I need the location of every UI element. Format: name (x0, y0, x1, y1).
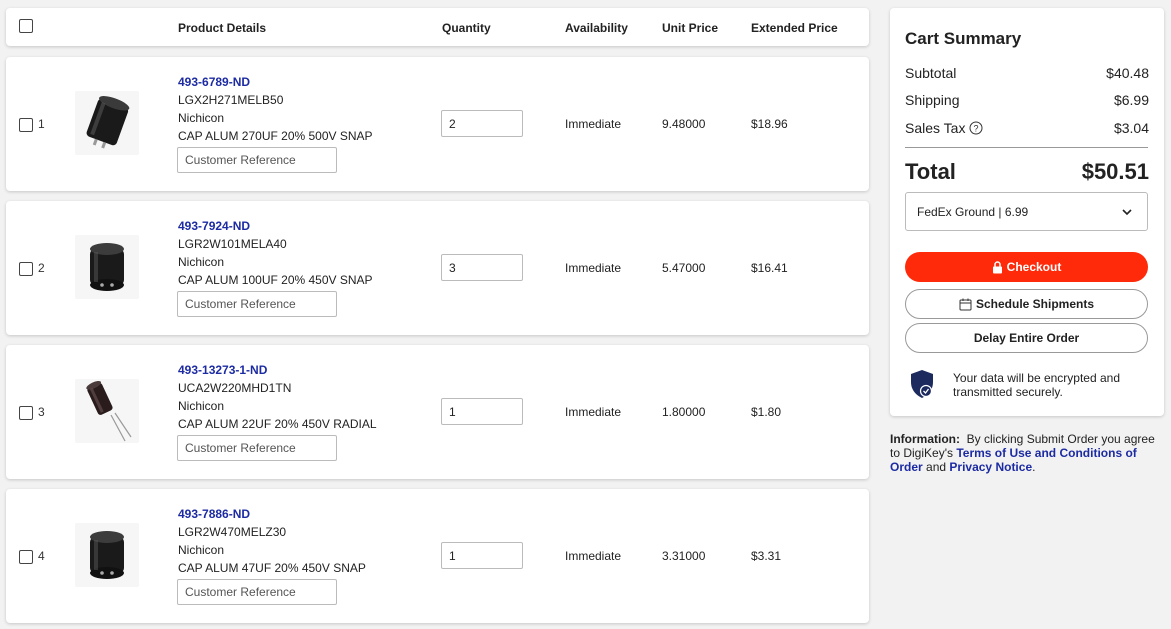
information-text-3: . (1032, 460, 1036, 474)
snap-in-capacitor-icon (86, 96, 130, 149)
product-description: CAP ALUM 47UF 20% 450V SNAP (178, 561, 366, 575)
manufacturer-name: Nichicon (178, 255, 225, 269)
header-quantity[interactable]: Quantity (442, 21, 491, 35)
item-index: 1 (38, 117, 45, 131)
cart-item-row: 4 493-7886-ND LGR2W470MELZ30 Nichicon CA… (6, 489, 869, 623)
item-index: 3 (38, 405, 45, 419)
cart-item-row: 2 493-7924-ND LGR2W101MELA40 Nichicon CA… (6, 201, 869, 335)
manufacturer-name: Nichicon (178, 399, 225, 413)
customer-reference-input[interactable] (177, 435, 337, 461)
order-information-notice: Information: By clicking Submit Order yo… (890, 432, 1168, 474)
checkout-label: Checkout (1006, 260, 1062, 274)
header-availability[interactable]: Availability (565, 21, 628, 35)
quantity-input[interactable] (441, 542, 523, 569)
security-shield-icon (911, 370, 933, 398)
snap-in-capacitor-icon (90, 243, 124, 291)
shipping-label: Shipping (905, 92, 960, 108)
total-value: $50.51 (1081, 159, 1149, 184)
item-checkbox[interactable] (19, 262, 33, 276)
availability-value: Immediate (565, 117, 622, 131)
digikey-part-number-link[interactable]: 493-7924-ND (178, 219, 250, 233)
radial-capacitor-icon (86, 380, 132, 442)
quantity-input[interactable] (441, 398, 523, 425)
manufacturer-part-number: LGX2H271MELB50 (178, 93, 284, 107)
svg-text:?: ? (974, 124, 979, 134)
sales-tax-label: Sales Tax (905, 120, 966, 136)
security-message: Your data will be encrypted and transmit… (953, 371, 1121, 399)
unit-price-value: 3.31000 (662, 549, 706, 563)
customer-reference-input[interactable] (177, 579, 337, 605)
manufacturer-name: Nichicon (178, 543, 225, 557)
information-text-2: and (926, 460, 947, 474)
manufacturer-part-number: UCA2W220MHD1TN (178, 381, 292, 395)
cart-header-row: Product Details Quantity Availability Un… (6, 8, 869, 46)
header-extended-price[interactable]: Extended Price (751, 21, 838, 35)
customer-reference-input[interactable] (177, 147, 337, 173)
chevron-down-icon (1122, 209, 1132, 216)
subtotal-value: $40.48 (1106, 65, 1149, 81)
header-product-details[interactable]: Product Details (178, 21, 266, 35)
digikey-part-number-link[interactable]: 493-13273-1-ND (178, 363, 267, 377)
digikey-part-number-link[interactable]: 493-7886-ND (178, 507, 250, 521)
unit-price-value: 9.48000 (662, 117, 706, 131)
extended-price-value: $18.96 (751, 117, 788, 131)
header-unit-price[interactable]: Unit Price (662, 21, 718, 35)
extended-price-value: $16.41 (751, 261, 788, 275)
item-checkbox[interactable] (19, 118, 33, 132)
manufacturer-part-number: LGR2W101MELA40 (178, 237, 287, 251)
snap-in-capacitor-icon (90, 531, 124, 579)
item-index: 2 (38, 261, 45, 275)
schedule-shipments-label: Schedule Shipments (975, 297, 1095, 311)
total-label: Total (905, 159, 956, 184)
extended-price-value: $3.31 (751, 549, 782, 563)
product-description: CAP ALUM 22UF 20% 450V RADIAL (178, 417, 377, 431)
summary-divider (905, 147, 1148, 148)
information-label: Information: (890, 432, 960, 446)
cart-summary-title: Cart Summary (905, 29, 1022, 48)
unit-price-value: 1.80000 (662, 405, 706, 419)
product-description: CAP ALUM 270UF 20% 500V SNAP (178, 129, 373, 143)
product-image[interactable] (75, 91, 139, 155)
select-all-checkbox[interactable] (19, 19, 33, 33)
shipping-method-value: FedEx Ground | 6.99 (917, 205, 1029, 219)
sales-tax-value: $3.04 (1113, 120, 1149, 136)
checkout-button[interactable]: Checkout (905, 252, 1148, 282)
privacy-notice-link[interactable]: Privacy Notice (949, 460, 1032, 474)
help-circle-icon[interactable]: ? (969, 121, 983, 135)
item-checkbox[interactable] (19, 406, 33, 420)
delay-entire-order-label: Delay Entire Order (973, 331, 1080, 345)
product-image[interactable] (75, 523, 139, 587)
schedule-shipments-button[interactable]: Schedule Shipments (905, 289, 1148, 319)
digikey-part-number-link[interactable]: 493-6789-ND (178, 75, 250, 89)
product-description: CAP ALUM 100UF 20% 450V SNAP (178, 273, 373, 287)
sales-tax-row: Sales Tax ? (905, 120, 983, 136)
unit-price-value: 5.47000 (662, 261, 706, 275)
product-image[interactable] (75, 379, 139, 443)
item-index: 4 (38, 549, 45, 563)
lock-icon (992, 260, 1002, 273)
quantity-input[interactable] (441, 254, 523, 281)
calendar-icon (959, 298, 972, 310)
customer-reference-input[interactable] (177, 291, 337, 317)
delay-entire-order-button[interactable]: Delay Entire Order (905, 323, 1148, 353)
shipping-method-select[interactable]: FedEx Ground | 6.99 (905, 192, 1148, 231)
shipping-value: $6.99 (1113, 92, 1149, 108)
subtotal-label: Subtotal (905, 65, 957, 81)
quantity-input[interactable] (441, 110, 523, 137)
cart-item-row: 1 493-6789-ND LGX2H271MELB50 Nichicon CA… (6, 57, 869, 191)
cart-summary-panel: Cart Summary Subtotal $40.48 Shipping $6… (890, 8, 1164, 416)
availability-value: Immediate (565, 405, 622, 419)
availability-value: Immediate (565, 261, 622, 275)
manufacturer-name: Nichicon (178, 111, 225, 125)
extended-price-value: $1.80 (751, 405, 782, 419)
cart-item-row: 3 493-13273-1-ND UCA2W220MHD1TN Nichicon… (6, 345, 869, 479)
product-image[interactable] (75, 235, 139, 299)
availability-value: Immediate (565, 549, 622, 563)
manufacturer-part-number: LGR2W470MELZ30 (178, 525, 287, 539)
item-checkbox[interactable] (19, 550, 33, 564)
